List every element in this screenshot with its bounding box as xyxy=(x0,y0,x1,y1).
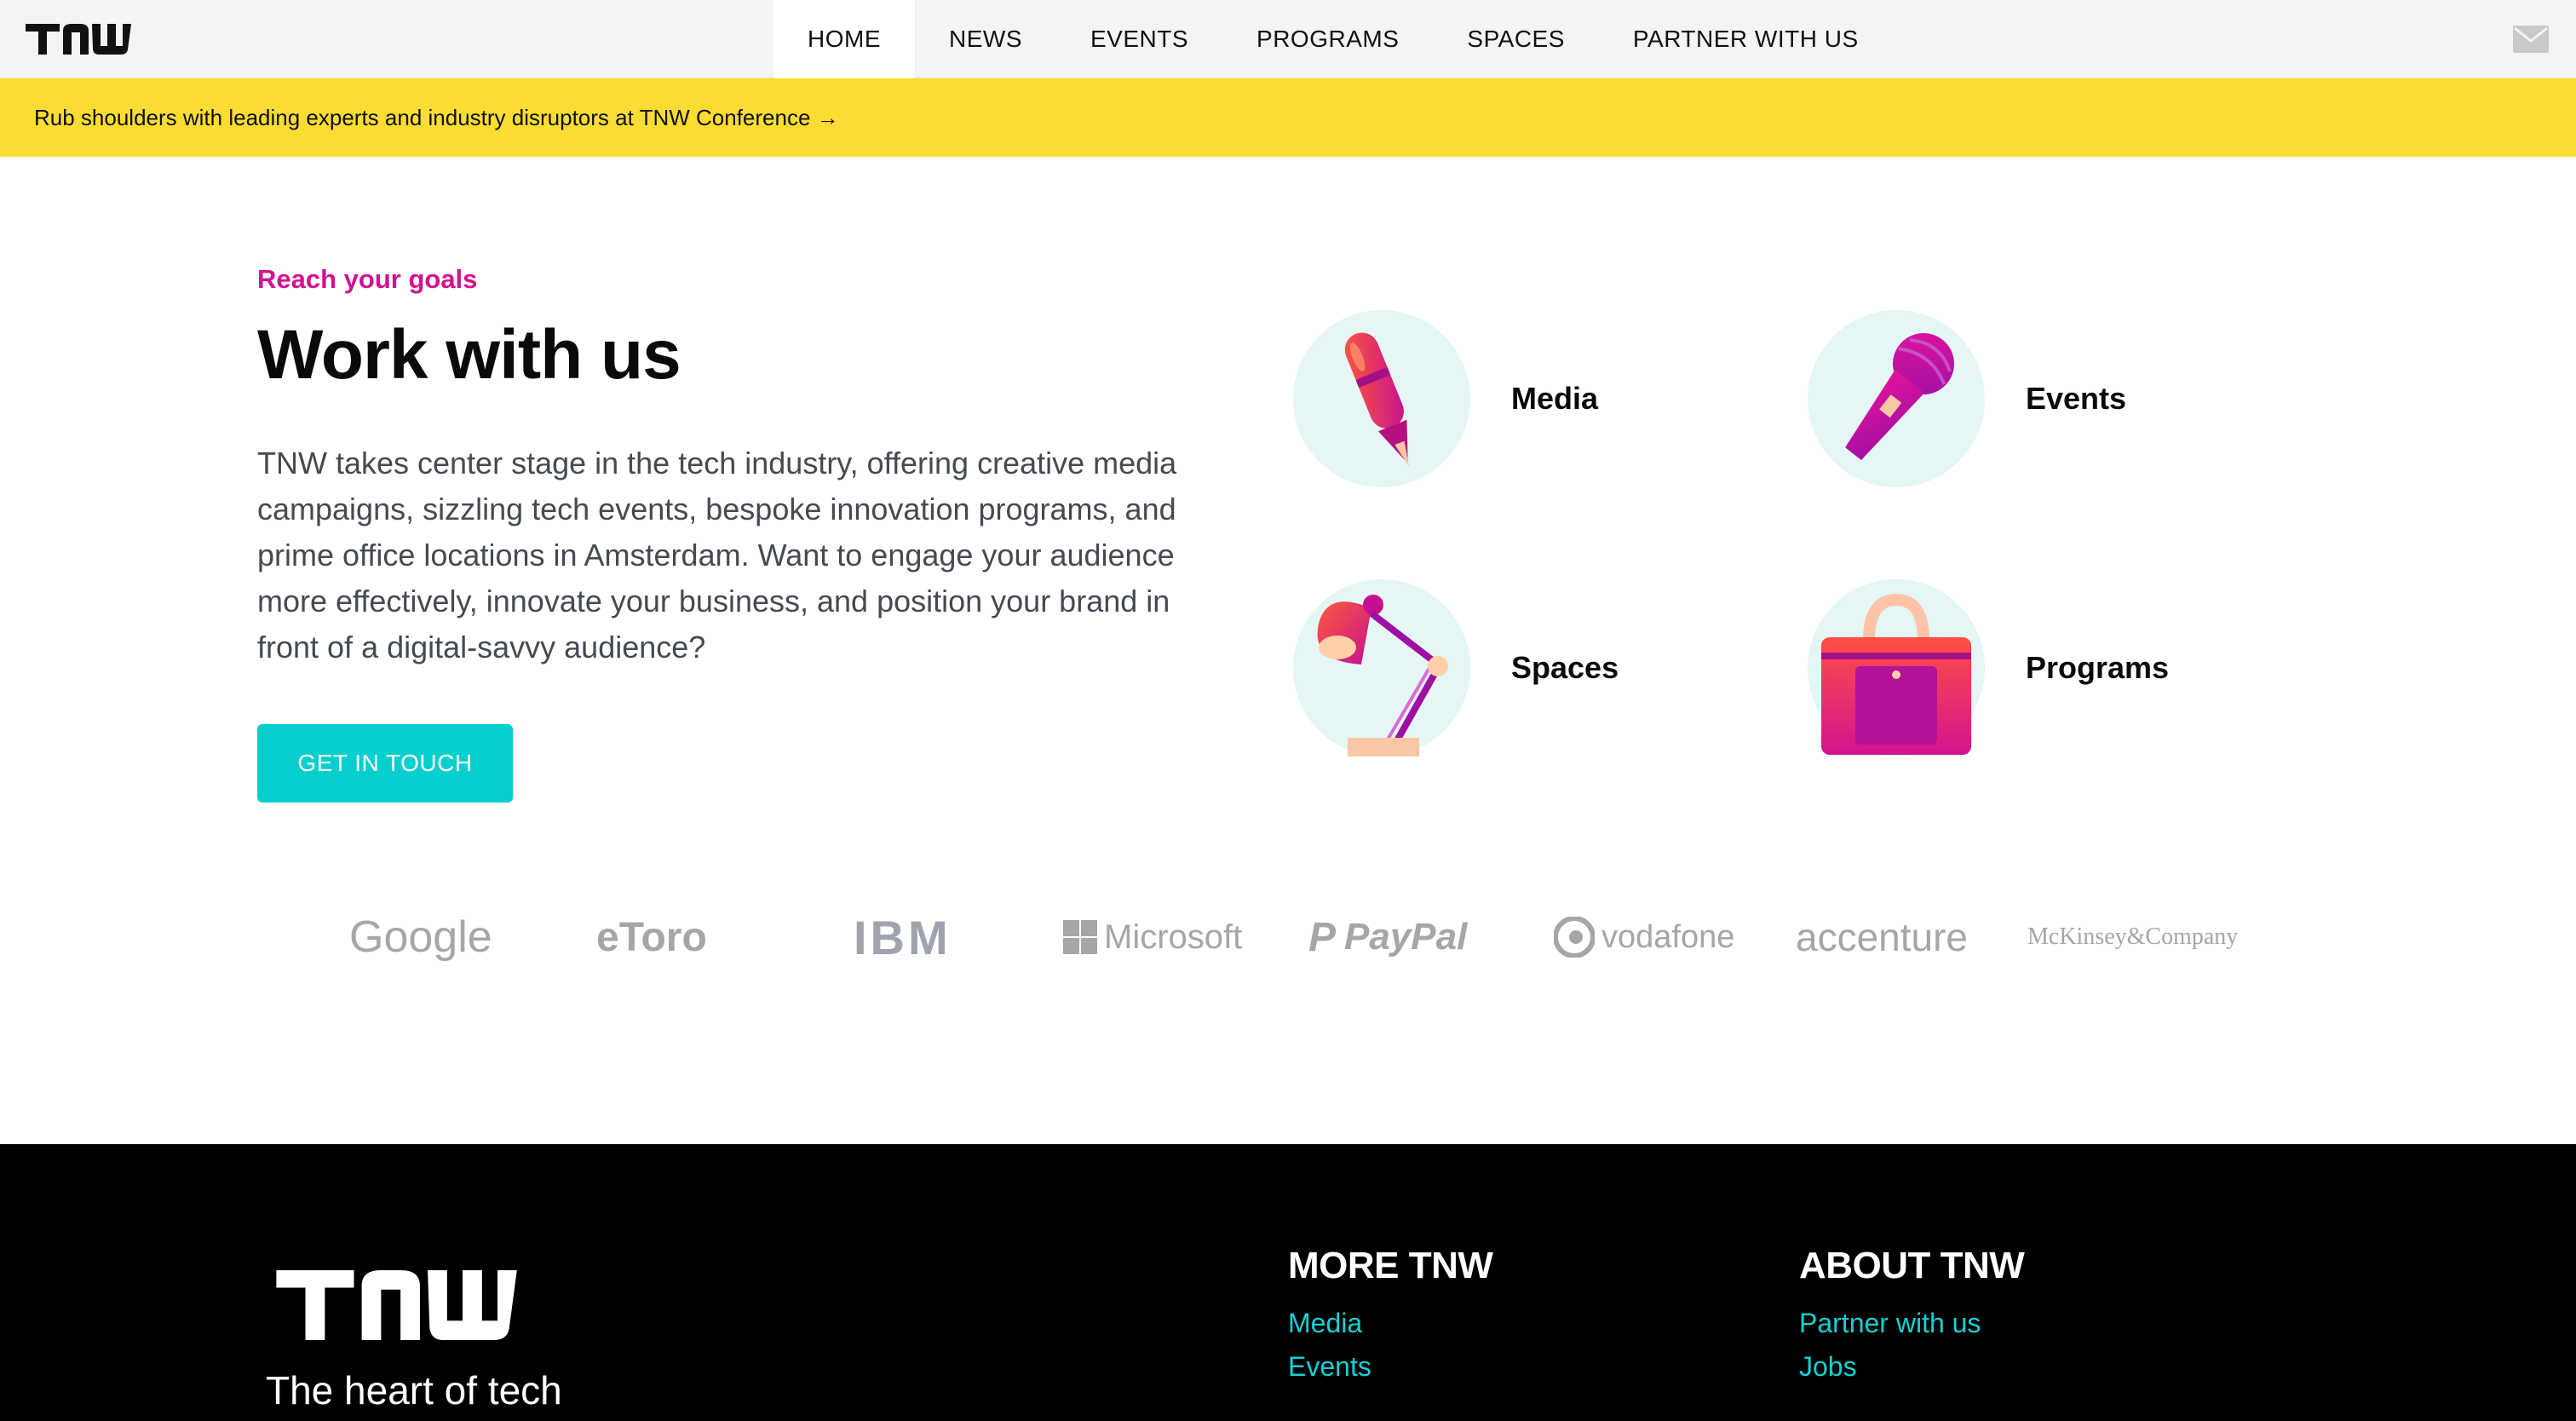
microsoft-windows-icon xyxy=(1063,920,1097,954)
nav-partner-with-us[interactable]: PARTNER WITH US xyxy=(1599,0,1893,78)
page-title: Work with us xyxy=(257,316,681,394)
nav-events[interactable]: EVENTS xyxy=(1056,0,1222,78)
partner-logos: Google eToro IBM Microsoft P PayPal voda… xyxy=(324,903,2249,971)
microsoft-wordmark: Microsoft xyxy=(1104,918,1243,956)
service-programs[interactable]: Programs xyxy=(1808,579,2169,757)
hero-description: TNW takes center stage in the tech indus… xyxy=(257,446,1177,664)
nav-spaces[interactable]: SPACES xyxy=(1433,0,1599,78)
bag-icon xyxy=(1808,579,1985,757)
footer-link-media[interactable]: Media xyxy=(1288,1308,1492,1339)
service-label: Events xyxy=(2026,381,2127,416)
footer-link-partner-with-us[interactable]: Partner with us xyxy=(1799,1308,2024,1339)
main-menu: HOME NEWS EVENTS PROGRAMS SPACES PARTNER… xyxy=(773,0,1893,78)
service-label: Spaces xyxy=(1511,650,1619,685)
footer-heading: MORE TNW xyxy=(1288,1245,1493,1286)
vodafone-speechmark-icon xyxy=(1554,917,1595,958)
accenture-logo: accenture xyxy=(1796,915,1969,959)
google-logo: Google xyxy=(349,912,492,962)
top-navigation: HOME NEWS EVENTS PROGRAMS SPACES PARTNER… xyxy=(0,0,2576,78)
etoro-logo: eToro xyxy=(596,914,707,960)
footer-heading: ABOUT TNW xyxy=(1799,1245,2025,1286)
service-spaces[interactable]: Spaces xyxy=(1293,579,1619,757)
microsoft-logo: Microsoft xyxy=(1063,903,1242,971)
mail-icon[interactable] xyxy=(2513,26,2549,57)
footer-about-tnw: ABOUT TNW Partner with us Jobs xyxy=(1799,1245,2025,1383)
eyebrow-text: Reach your goals xyxy=(257,264,478,294)
service-label: Media xyxy=(1511,381,1599,416)
footer-link-jobs[interactable]: Jobs xyxy=(1799,1351,2024,1383)
microphone-icon xyxy=(1808,310,1985,487)
pen-icon xyxy=(1293,310,1470,487)
footer-link-events[interactable]: Events xyxy=(1288,1351,1492,1383)
paypal-p-icon: P xyxy=(1308,914,1337,960)
conference-banner[interactable]: Rub shoulders with leading experts and i… xyxy=(0,78,2576,157)
footer-tnw-logo[interactable] xyxy=(266,1270,547,1344)
paypal-wordmark: PayPal xyxy=(1344,916,1468,958)
nav-programs[interactable]: PROGRAMS xyxy=(1222,0,1433,78)
desk-lamp-icon xyxy=(1293,579,1470,757)
footer-more-tnw: MORE TNW Media Events xyxy=(1288,1245,1493,1383)
vodafone-wordmark: vodafone xyxy=(1601,918,1735,955)
nav-home[interactable]: HOME xyxy=(773,0,915,78)
paypal-logo: P PayPal xyxy=(1308,903,1467,971)
vodafone-logo: vodafone xyxy=(1554,903,1734,971)
get-in-touch-button[interactable]: GET IN TOUCH xyxy=(257,724,513,803)
ibm-logo: IBM xyxy=(854,910,952,964)
tnw-logo[interactable] xyxy=(26,24,140,59)
site-footer: The heart of tech MORE TNW Media Events … xyxy=(0,1144,2576,1421)
service-media[interactable]: Media xyxy=(1293,310,1598,487)
mckinsey-logo: McKinsey&Company xyxy=(2027,923,2239,950)
footer-tagline: The heart of tech xyxy=(266,1368,562,1412)
nav-news[interactable]: NEWS xyxy=(915,0,1056,78)
service-label: Programs xyxy=(2026,650,2170,685)
service-events[interactable]: Events xyxy=(1808,310,2126,487)
